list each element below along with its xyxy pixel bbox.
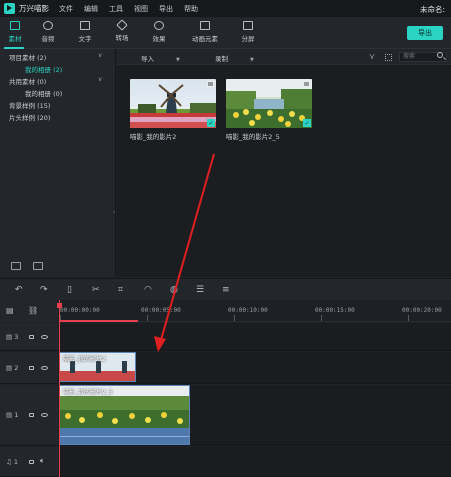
annotation-arrow [154, 153, 215, 352]
editor-window: 万兴喵影 文件 编辑 工具 视图 导出 帮助 未命名: 素材 音频 文字 转场 [0, 0, 451, 477]
